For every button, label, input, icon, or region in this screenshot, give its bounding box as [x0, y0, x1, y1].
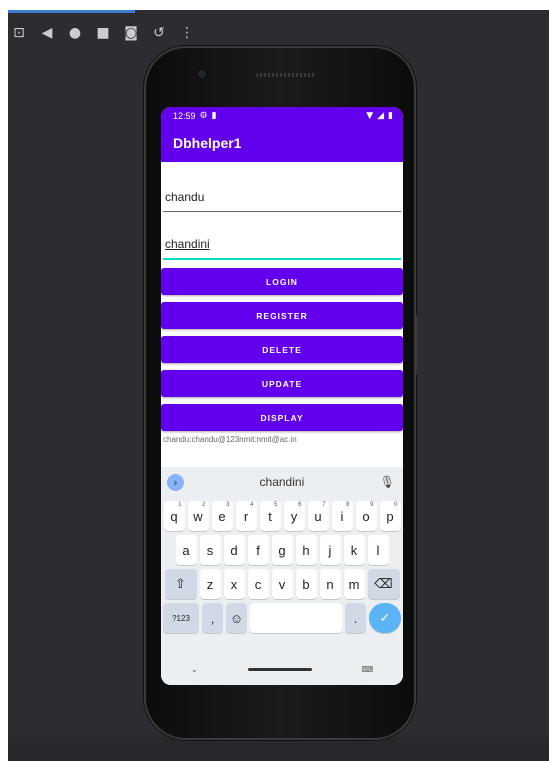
result-text: chandu:chandu@123nmit:nmit@ac.in: [163, 435, 297, 444]
emulator-status-strip: [8, 737, 549, 761]
display-button[interactable]: DISPLAY: [161, 404, 403, 431]
status-time: 12:59: [173, 110, 196, 121]
enter-key-icon[interactable]: ✓: [369, 603, 401, 633]
key-n[interactable]: n: [319, 569, 341, 599]
emoji-key-icon[interactable]: ☺: [226, 603, 247, 633]
soft-keyboard: › chandini 🎙 q1 w2 e3 r4 t5 y6 u7 i8 o9 …: [161, 467, 403, 685]
key-t[interactable]: t5: [259, 501, 281, 531]
key-o[interactable]: o9: [355, 501, 377, 531]
more-icon[interactable]: ⋮: [176, 25, 198, 41]
key-row-3: ⇧ z x c v b n m ⌫: [161, 569, 403, 599]
earpiece-speaker: [256, 73, 316, 77]
key-c[interactable]: c: [247, 569, 269, 599]
key-i[interactable]: i8: [331, 501, 353, 531]
phone-screen: 12:59 ⚙ ▮ ▼ ◢ ▮ Dbhelper1 LOGIN REGISTER…: [161, 107, 403, 685]
front-camera-icon: [198, 70, 206, 78]
key-d[interactable]: d: [223, 535, 245, 565]
app-bar: Dbhelper1: [161, 124, 403, 162]
key-l[interactable]: l: [367, 535, 389, 565]
emulator-toolbar: ⊡ ◀ ● ■ ◙ ↺ ⋮: [8, 18, 198, 48]
microphone-icon[interactable]: 🎙: [380, 475, 395, 489]
key-row-1: q1 w2 e3 r4 t5 y6 u7 i8 o9 p0: [161, 501, 403, 531]
symbols-key[interactable]: ?123: [163, 603, 199, 633]
overview-icon[interactable]: ■: [92, 25, 114, 41]
comma-key[interactable]: ,: [202, 603, 223, 633]
period-key[interactable]: .: [345, 603, 366, 633]
phone-side-button[interactable]: [414, 315, 417, 375]
update-button[interactable]: UPDATE: [161, 370, 403, 397]
username-input[interactable]: [163, 183, 401, 212]
key-a[interactable]: a: [175, 535, 197, 565]
backspace-key-icon[interactable]: ⌫: [367, 569, 400, 599]
expand-toolbar-icon[interactable]: ›: [167, 473, 184, 491]
key-r[interactable]: r4: [235, 501, 257, 531]
key-g[interactable]: g: [271, 535, 293, 565]
suggestion-strip: › chandini 🎙: [161, 467, 403, 497]
suggestion-word[interactable]: chandini: [260, 475, 305, 489]
password-field-wrapper: [163, 212, 401, 260]
key-k[interactable]: k: [343, 535, 365, 565]
layout-icon[interactable]: ⊡: [8, 25, 30, 41]
shift-key-icon[interactable]: ⇧: [164, 569, 197, 599]
password-input[interactable]: [163, 230, 401, 260]
key-row-2: a s d f g h j k l: [161, 535, 403, 565]
sim-card-icon: ▮: [211, 110, 217, 121]
action-buttons: LOGIN REGISTER DELETE UPDATE DISPLAY: [161, 268, 403, 431]
key-p[interactable]: p0: [379, 501, 401, 531]
key-f[interactable]: f: [247, 535, 269, 565]
rotate-icon[interactable]: ↺: [148, 25, 170, 41]
gesture-nav-handle[interactable]: [247, 667, 312, 671]
key-w[interactable]: w2: [187, 501, 209, 531]
key-x[interactable]: x: [223, 569, 245, 599]
key-u[interactable]: u7: [307, 501, 329, 531]
delete-button[interactable]: DELETE: [161, 336, 403, 363]
space-key[interactable]: [250, 603, 342, 633]
key-j[interactable]: j: [319, 535, 341, 565]
keyboard-switch-icon[interactable]: ⌨: [361, 665, 373, 674]
username-field-wrapper: [163, 164, 401, 212]
key-q[interactable]: q1: [163, 501, 185, 531]
wifi-icon: ▼: [366, 110, 374, 121]
register-button[interactable]: REGISTER: [161, 302, 403, 329]
camera-icon[interactable]: ◙: [120, 25, 142, 41]
settings-gear-icon: ⚙: [199, 110, 208, 121]
key-row-4: ?123 , ☺ . ✓: [161, 603, 403, 633]
keyboard-nav-bar: ⌄ ⌨: [161, 659, 403, 679]
login-button[interactable]: LOGIN: [161, 268, 403, 295]
key-s[interactable]: s: [199, 535, 221, 565]
app-title: Dbhelper1: [173, 135, 242, 151]
hide-keyboard-icon[interactable]: ⌄: [191, 665, 198, 674]
home-icon[interactable]: ●: [64, 25, 86, 41]
key-e[interactable]: e3: [211, 501, 233, 531]
key-v[interactable]: v: [271, 569, 293, 599]
status-bar: 12:59 ⚙ ▮ ▼ ◢ ▮: [161, 107, 403, 124]
back-icon[interactable]: ◀: [36, 25, 58, 41]
key-b[interactable]: b: [295, 569, 317, 599]
signal-icon: ◢: [377, 110, 385, 121]
key-z[interactable]: z: [199, 569, 221, 599]
key-m[interactable]: m: [343, 569, 365, 599]
key-y[interactable]: y6: [283, 501, 305, 531]
active-tab-indicator: [8, 10, 135, 13]
battery-icon: ▮: [388, 110, 393, 121]
key-h[interactable]: h: [295, 535, 317, 565]
